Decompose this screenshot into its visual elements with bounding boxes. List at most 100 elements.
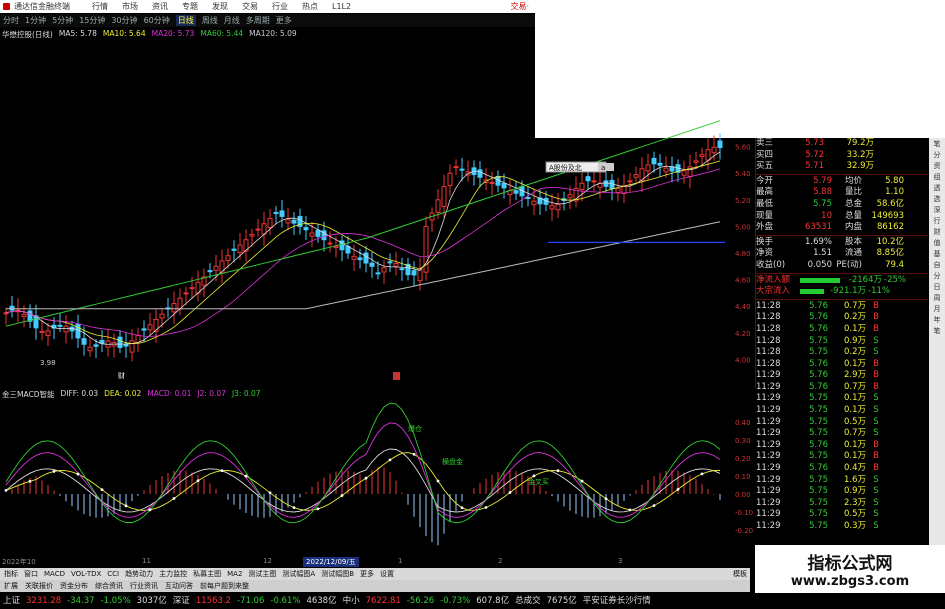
indicator-tab[interactable]: 更多 bbox=[360, 568, 374, 580]
menu-item[interactable]: 交易 bbox=[242, 0, 258, 13]
period-tab[interactable]: 5分钟 bbox=[52, 15, 73, 26]
status-item: 607.8亿 bbox=[476, 596, 510, 606]
side-tab[interactable]: 日 bbox=[931, 283, 943, 292]
panel-cell: 5.76 bbox=[809, 370, 828, 381]
side-tab[interactable]: 选 bbox=[931, 195, 943, 204]
period-tab[interactable]: 更多 bbox=[276, 15, 292, 26]
panel-cell: 11:29 bbox=[756, 370, 781, 381]
side-tab[interactable]: 基 bbox=[931, 250, 943, 259]
panel-row: 外盘 63531 内盘 86162 bbox=[756, 222, 928, 234]
signal-dot bbox=[148, 508, 152, 512]
candle-body bbox=[699, 154, 705, 157]
extension-tab[interactable]: 关联报价 bbox=[25, 580, 53, 592]
candle-body bbox=[273, 212, 279, 215]
status-item: 7622.81 bbox=[365, 596, 401, 606]
extension-tab[interactable]: 综合资讯 bbox=[95, 580, 123, 592]
indicator-tab[interactable]: MA2 bbox=[227, 568, 242, 580]
menu-item[interactable]: 专题 bbox=[182, 0, 198, 13]
panel-cell: 5.75 bbox=[809, 451, 828, 462]
indicator-tab[interactable]: 私募主图 bbox=[193, 568, 221, 580]
candle-body bbox=[693, 160, 699, 163]
candlestick-chart[interactable]: 5.60 5.40 5.20 5.00 4.80 4.60 4.40 4.20 4.00 3.98… bbox=[0, 36, 755, 381]
quote-panel: 卖三 5.73 79.2万 买四 5.72 33.2万 买五 5.71 32.9万 今开 5.79 均… bbox=[756, 138, 928, 563]
side-tab[interactable]: 笔 bbox=[931, 140, 943, 149]
indicator-tab[interactable]: CCI bbox=[107, 568, 119, 580]
status-item: 3231.28 bbox=[26, 596, 62, 606]
candle-body bbox=[375, 272, 381, 275]
candle-body bbox=[117, 336, 123, 348]
panel-cell: 5.76 bbox=[809, 358, 828, 369]
macd-chart[interactable]: 0.40 0.30 0.20 0.10 0.00 -0.10 -0.20 爆仓横盘金金叉买 bbox=[0, 394, 755, 556]
signal-dot bbox=[172, 497, 176, 500]
trade-button[interactable]: 交易· bbox=[510, 0, 529, 13]
extension-tab[interactable]: 互动问答 bbox=[165, 580, 193, 592]
menu-item[interactable]: 行情 bbox=[92, 0, 108, 13]
indicator-tab[interactable]: 指标 bbox=[4, 568, 18, 580]
status-item: 4638亿 bbox=[306, 596, 337, 606]
indicator-tab[interactable]: 主力监控 bbox=[159, 568, 187, 580]
side-tab[interactable]: 分 bbox=[931, 151, 943, 160]
menu-item[interactable]: L1L2 bbox=[332, 0, 351, 13]
panel-cell: 5.75 bbox=[809, 347, 828, 358]
panel-cell: 2.3万 bbox=[843, 497, 866, 508]
menu-item[interactable]: 资讯 bbox=[152, 0, 168, 13]
extension-tab[interactable]: 前每户题到来整 bbox=[200, 580, 249, 592]
menu-item[interactable]: 市场 bbox=[122, 0, 138, 13]
indicator-tab[interactable]: 测试幅图A bbox=[282, 568, 315, 580]
title-bar: 通达信金融终端 行情 市场 资讯 专题 发现 交易 行业 热点 L1L2 交易· bbox=[0, 0, 535, 13]
extension-tab[interactable]: 资金分布 bbox=[60, 580, 88, 592]
side-tab[interactable]: 资 bbox=[931, 162, 943, 171]
panel-cell: 11:28 bbox=[756, 347, 781, 358]
side-tab[interactable]: 年 bbox=[931, 316, 943, 325]
period-tab[interactable]: 60分钟 bbox=[144, 15, 170, 26]
period-tab[interactable]: 1分钟 bbox=[25, 15, 46, 26]
candle-body bbox=[603, 180, 609, 187]
indicator-tab[interactable]: 测试主图 bbox=[248, 568, 276, 580]
side-tab[interactable]: 周 bbox=[931, 294, 943, 303]
side-tab[interactable]: 透 bbox=[931, 184, 943, 193]
indicator-tab[interactable]: VOL-TDX bbox=[71, 568, 101, 580]
side-tab[interactable]: 分 bbox=[931, 272, 943, 281]
period-tab[interactable]: 周线 bbox=[202, 15, 218, 26]
period-tab[interactable]: 分时 bbox=[3, 15, 19, 26]
period-tab[interactable]: 30分钟 bbox=[111, 15, 137, 26]
panel-cell: 5.75 bbox=[809, 393, 828, 404]
side-tab[interactable]: 笔 bbox=[931, 327, 943, 336]
indicator-tab[interactable]: 窗口 bbox=[24, 568, 38, 580]
indicator-tab[interactable]: 趋势动力 bbox=[125, 568, 153, 580]
side-tab[interactable]: 月 bbox=[931, 305, 943, 314]
panel-row: 换手 1.69% 股本 10.2亿 bbox=[756, 237, 928, 249]
side-tab[interactable]: 财 bbox=[931, 228, 943, 237]
period-tab[interactable]: 月线 bbox=[224, 15, 240, 26]
indicator-tab[interactable]: MACD bbox=[44, 568, 65, 580]
period-tab[interactable]: 日线 bbox=[175, 15, 196, 26]
period-tab[interactable]: 15分钟 bbox=[79, 15, 105, 26]
svg-text:a: a bbox=[601, 164, 605, 172]
tick-row: 11:29 5.75 0.7万 S bbox=[756, 428, 928, 440]
candle-body bbox=[669, 166, 675, 172]
side-tab[interactable]: 组 bbox=[931, 173, 943, 182]
panel-cell: S bbox=[873, 335, 879, 346]
panel-cell: 5.76 bbox=[809, 300, 828, 311]
panel-row: 今开 5.79 均价 5.80 bbox=[756, 176, 928, 188]
side-tab[interactable]: 值 bbox=[931, 239, 943, 248]
panel-cell: 11:29 bbox=[756, 416, 781, 427]
menu-item[interactable]: 发现 bbox=[212, 0, 228, 13]
panel-cell: 5.71 bbox=[805, 161, 824, 172]
side-tab[interactable]: 自 bbox=[931, 261, 943, 270]
price-tick: 4.40 bbox=[735, 303, 751, 311]
extension-tab[interactable]: 扩展 bbox=[4, 580, 18, 592]
indicator-tab[interactable]: 测试幅图B bbox=[321, 568, 354, 580]
extension-tab[interactable]: 行业资讯 bbox=[130, 580, 158, 592]
candle-body bbox=[87, 346, 93, 352]
menu-item[interactable]: 行业 bbox=[272, 0, 288, 13]
indicator-tab[interactable]: 设置 bbox=[380, 568, 394, 580]
period-tab[interactable]: 多周期 bbox=[246, 15, 270, 26]
status-item: 7675亿 bbox=[546, 596, 577, 606]
panel-cell: B bbox=[873, 370, 879, 381]
side-tab[interactable]: 深 bbox=[931, 206, 943, 215]
template-button[interactable]: 模板 bbox=[733, 568, 750, 580]
panel-cell: PE(动) bbox=[836, 259, 862, 270]
menu-item[interactable]: 热点 bbox=[302, 0, 318, 13]
side-tab[interactable]: 行 bbox=[931, 217, 943, 226]
